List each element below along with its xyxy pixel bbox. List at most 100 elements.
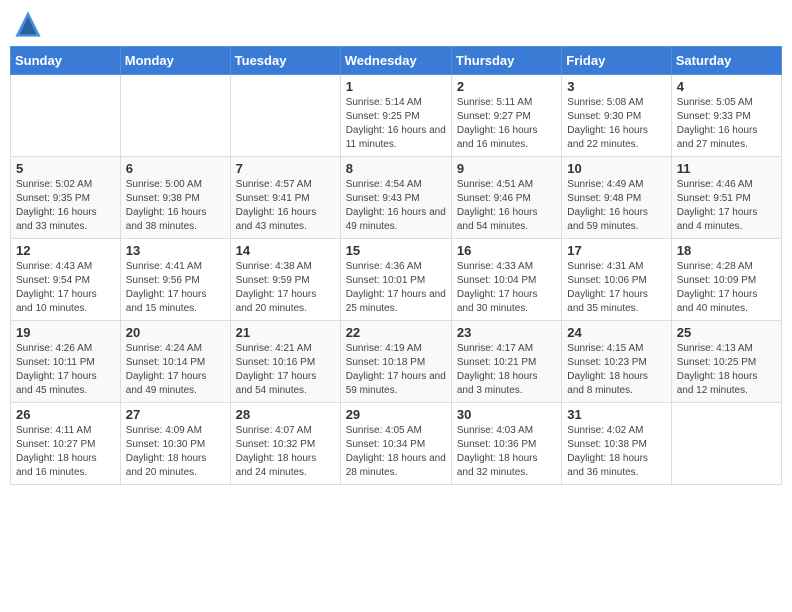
day-info: Sunrise: 4:49 AM Sunset: 9:48 PM Dayligh… — [567, 178, 665, 234]
calendar-cell — [671, 403, 781, 485]
calendar-cell: 7 Sunrise: 4:57 AM Sunset: 9:41 PM Daylig… — [230, 157, 340, 239]
day-number: 2 — [457, 79, 556, 94]
day-number: 17 — [567, 243, 665, 258]
day-info: Sunrise: 5:14 AM Sunset: 9:25 PM Dayligh… — [346, 96, 446, 152]
day-info: Sunrise: 4:09 AM Sunset: 10:30 PM Daylig… — [126, 424, 225, 480]
calendar-cell — [11, 75, 121, 157]
day-number: 19 — [16, 325, 115, 340]
day-number: 13 — [126, 243, 225, 258]
weekday-wednesday: Wednesday — [340, 47, 451, 75]
day-number: 8 — [346, 161, 446, 176]
day-info: Sunrise: 4:24 AM Sunset: 10:14 PM Daylig… — [126, 342, 225, 398]
day-number: 10 — [567, 161, 665, 176]
calendar-cell: 15Sunrise: 4:36 AM Sunset: 10:01 PM Dayl… — [340, 239, 451, 321]
day-info: Sunrise: 4:38 AM Sunset: 9:59 PM Dayligh… — [236, 260, 335, 316]
day-number: 6 — [126, 161, 225, 176]
calendar-cell: 13 Sunrise: 4:41 AM Sunset: 9:56 PM Dayli… — [120, 239, 230, 321]
day-info: Sunrise: 4:15 AM Sunset: 10:23 PM Daylig… — [567, 342, 665, 398]
weekday-row: SundayMondayTuesdayWednesdayThursdayFrid… — [11, 47, 782, 75]
day-number: 21 — [236, 325, 335, 340]
calendar: SundayMondayTuesdayWednesdayThursdayFrid… — [10, 46, 782, 485]
day-info: Sunrise: 4:51 AM Sunset: 9:46 PM Dayligh… — [457, 178, 556, 234]
calendar-cell: 3Sunrise: 5:08 AM Sunset: 9:30 PM Daylig… — [562, 75, 671, 157]
day-number: 1 — [346, 79, 446, 94]
weekday-tuesday: Tuesday — [230, 47, 340, 75]
calendar-cell: 26 Sunrise: 4:11 AM Sunset: 10:27 PM Dayl… — [11, 403, 121, 485]
week-row-2: 5 Sunrise: 5:02 AM Sunset: 9:35 PM Daylig… — [11, 157, 782, 239]
day-number: 9 — [457, 161, 556, 176]
day-number: 7 — [236, 161, 335, 176]
week-row-4: 19 Sunrise: 4:26 AM Sunset: 10:11 PM Dayl… — [11, 321, 782, 403]
day-info: Sunrise: 4:05 AM Sunset: 10:34 PM Daylig… — [346, 424, 446, 480]
day-number: 26 — [16, 407, 115, 422]
calendar-cell: 25Sunrise: 4:13 AM Sunset: 10:25 PM Dayl… — [671, 321, 781, 403]
day-info: Sunrise: 4:03 AM Sunset: 10:36 PM Daylig… — [457, 424, 556, 480]
calendar-cell: 2Sunrise: 5:11 AM Sunset: 9:27 PM Daylig… — [451, 75, 561, 157]
week-row-1: 1 Sunrise: 5:14 AM Sunset: 9:25 PM Daylig… — [11, 75, 782, 157]
day-number: 11 — [677, 161, 776, 176]
day-info: Sunrise: 4:26 AM Sunset: 10:11 PM Daylig… — [16, 342, 115, 398]
day-info: Sunrise: 5:00 AM Sunset: 9:38 PM Dayligh… — [126, 178, 225, 234]
calendar-cell: 10 Sunrise: 4:49 AM Sunset: 9:48 PM Dayli… — [562, 157, 671, 239]
calendar-cell: 24 Sunrise: 4:15 AM Sunset: 10:23 PM Dayl… — [562, 321, 671, 403]
calendar-cell: 4Sunrise: 5:05 AM Sunset: 9:33 PM Daylig… — [671, 75, 781, 157]
day-number: 23 — [457, 325, 556, 340]
weekday-monday: Monday — [120, 47, 230, 75]
day-info: Sunrise: 4:54 AM Sunset: 9:43 PM Dayligh… — [346, 178, 446, 234]
calendar-cell: 11 Sunrise: 4:46 AM Sunset: 9:51 PM Dayli… — [671, 157, 781, 239]
day-info: Sunrise: 5:08 AM Sunset: 9:30 PM Dayligh… — [567, 96, 665, 152]
calendar-cell: 29 Sunrise: 4:05 AM Sunset: 10:34 PM Dayl… — [340, 403, 451, 485]
day-info: Sunrise: 4:28 AM Sunset: 10:09 PM Daylig… — [677, 260, 776, 316]
calendar-cell: 23 Sunrise: 4:17 AM Sunset: 10:21 PM Dayl… — [451, 321, 561, 403]
day-info: Sunrise: 4:33 AM Sunset: 10:04 PM Daylig… — [457, 260, 556, 316]
week-row-5: 26 Sunrise: 4:11 AM Sunset: 10:27 PM Dayl… — [11, 403, 782, 485]
logo — [14, 10, 46, 38]
day-number: 4 — [677, 79, 776, 94]
calendar-cell: 17 Sunrise: 4:31 AM Sunset: 10:06 PM Dayl… — [562, 239, 671, 321]
weekday-saturday: Saturday — [671, 47, 781, 75]
page-header — [10, 10, 782, 38]
calendar-header: SundayMondayTuesdayWednesdayThursdayFrid… — [11, 47, 782, 75]
day-number: 29 — [346, 407, 446, 422]
day-number: 15 — [346, 243, 446, 258]
calendar-cell — [120, 75, 230, 157]
day-number: 14 — [236, 243, 335, 258]
calendar-cell: 9 Sunrise: 4:51 AM Sunset: 9:46 PM Daylig… — [451, 157, 561, 239]
day-number: 18 — [677, 243, 776, 258]
day-info: Sunrise: 4:11 AM Sunset: 10:27 PM Daylig… — [16, 424, 115, 480]
weekday-friday: Friday — [562, 47, 671, 75]
day-info: Sunrise: 4:31 AM Sunset: 10:06 PM Daylig… — [567, 260, 665, 316]
day-number: 30 — [457, 407, 556, 422]
day-number: 31 — [567, 407, 665, 422]
day-number: 22 — [346, 325, 446, 340]
calendar-cell: 14 Sunrise: 4:38 AM Sunset: 9:59 PM Dayli… — [230, 239, 340, 321]
day-number: 20 — [126, 325, 225, 340]
calendar-cell: 16Sunrise: 4:33 AM Sunset: 10:04 PM Dayl… — [451, 239, 561, 321]
day-number: 12 — [16, 243, 115, 258]
day-info: Sunrise: 4:41 AM Sunset: 9:56 PM Dayligh… — [126, 260, 225, 316]
day-info: Sunrise: 4:57 AM Sunset: 9:41 PM Dayligh… — [236, 178, 335, 234]
weekday-sunday: Sunday — [11, 47, 121, 75]
day-info: Sunrise: 4:19 AM Sunset: 10:18 PM Daylig… — [346, 342, 446, 398]
day-info: Sunrise: 4:43 AM Sunset: 9:54 PM Dayligh… — [16, 260, 115, 316]
calendar-body: 1 Sunrise: 5:14 AM Sunset: 9:25 PM Daylig… — [11, 75, 782, 485]
day-info: Sunrise: 4:21 AM Sunset: 10:16 PM Daylig… — [236, 342, 335, 398]
calendar-cell: 28Sunrise: 4:07 AM Sunset: 10:32 PM Dayl… — [230, 403, 340, 485]
day-number: 27 — [126, 407, 225, 422]
calendar-cell: 1 Sunrise: 5:14 AM Sunset: 9:25 PM Daylig… — [340, 75, 451, 157]
calendar-cell: 8 Sunrise: 4:54 AM Sunset: 9:43 PM Daylig… — [340, 157, 451, 239]
calendar-cell: 20 Sunrise: 4:24 AM Sunset: 10:14 PM Dayl… — [120, 321, 230, 403]
day-number: 25 — [677, 325, 776, 340]
calendar-cell: 6 Sunrise: 5:00 AM Sunset: 9:38 PM Daylig… — [120, 157, 230, 239]
calendar-cell: 30 Sunrise: 4:03 AM Sunset: 10:36 PM Dayl… — [451, 403, 561, 485]
day-info: Sunrise: 4:17 AM Sunset: 10:21 PM Daylig… — [457, 342, 556, 398]
day-info: Sunrise: 5:02 AM Sunset: 9:35 PM Dayligh… — [16, 178, 115, 234]
day-info: Sunrise: 4:02 AM Sunset: 10:38 PM Daylig… — [567, 424, 665, 480]
calendar-cell: 18 Sunrise: 4:28 AM Sunset: 10:09 PM Dayl… — [671, 239, 781, 321]
day-number: 5 — [16, 161, 115, 176]
logo-icon — [14, 10, 42, 38]
calendar-cell: 21 Sunrise: 4:21 AM Sunset: 10:16 PM Dayl… — [230, 321, 340, 403]
day-info: Sunrise: 4:46 AM Sunset: 9:51 PM Dayligh… — [677, 178, 776, 234]
day-number: 24 — [567, 325, 665, 340]
calendar-cell: 27 Sunrise: 4:09 AM Sunset: 10:30 PM Dayl… — [120, 403, 230, 485]
